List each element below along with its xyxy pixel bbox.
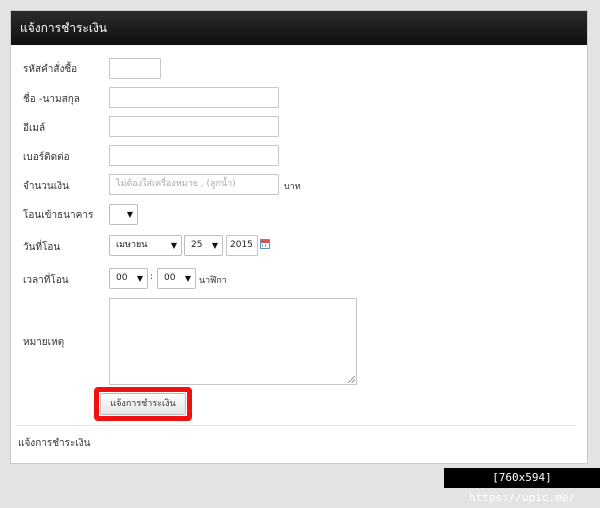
order-id-input[interactable] bbox=[109, 58, 161, 79]
minute-select[interactable]: 00 ▼ bbox=[157, 268, 196, 289]
email-label: อีเมล์ bbox=[23, 123, 46, 134]
panel-divider bbox=[15, 425, 576, 426]
calendar-icon[interactable] bbox=[260, 239, 270, 249]
name-input[interactable] bbox=[109, 87, 279, 108]
day-select[interactable]: 25 ▼ bbox=[184, 235, 223, 256]
minute-select-value: 00 bbox=[164, 273, 176, 283]
email-input[interactable] bbox=[109, 116, 279, 137]
hour-select[interactable]: 00 ▼ bbox=[109, 268, 148, 289]
month-select-value: เมษายน bbox=[116, 240, 148, 250]
amount-unit: บาท bbox=[284, 182, 301, 192]
transfer-date-label: วันที่โอน bbox=[23, 242, 61, 253]
name-label: ชื่อ -นามสกุล bbox=[23, 94, 80, 105]
amount-input[interactable]: ไม่ต้องใส่เครื่องหมาย , (ลูกน้ำ) bbox=[109, 174, 279, 195]
month-select[interactable]: เมษายน ▼ bbox=[109, 235, 182, 256]
transfer-time-label: เวลาที่โอน bbox=[23, 275, 69, 286]
chevron-down-icon: ▼ bbox=[136, 274, 143, 283]
order-id-label: รหัสคำสั่งซื้อ bbox=[23, 64, 78, 75]
time-unit: นาฬิกา bbox=[199, 276, 227, 286]
day-select-value: 25 bbox=[191, 240, 203, 250]
chevron-down-icon: ▼ bbox=[170, 241, 177, 250]
submit-payment-button[interactable]: แจ้งการชำระเงิน bbox=[100, 393, 186, 415]
phone-input[interactable] bbox=[109, 145, 279, 166]
phone-label: เบอร์ติดต่อ bbox=[23, 152, 70, 163]
year-input[interactable]: 2015 bbox=[226, 235, 258, 256]
bank-select[interactable]: ▼ bbox=[109, 204, 138, 225]
panel-footer: แจ้งการชำระเงิน bbox=[18, 438, 91, 449]
chevron-down-icon: ▼ bbox=[211, 241, 218, 250]
form-area: รหัสคำสั่งซื้อ ชื่อ -นามสกุล อีเมล์ เบอร… bbox=[10, 10, 586, 462]
note-textarea[interactable] bbox=[109, 298, 357, 385]
chevron-down-icon: ▼ bbox=[126, 210, 133, 219]
watermark: [760x594] https://upic.me/ bbox=[444, 468, 600, 504]
bank-label: โอนเข้าธนาคาร bbox=[23, 210, 94, 221]
note-label: หมายเหตุ bbox=[23, 337, 65, 348]
hour-select-value: 00 bbox=[116, 273, 128, 283]
amount-label: จำนวนเงิน bbox=[23, 181, 69, 192]
resize-grip-icon[interactable] bbox=[348, 376, 355, 383]
time-separator: : bbox=[150, 272, 154, 282]
chevron-down-icon: ▼ bbox=[184, 274, 191, 283]
